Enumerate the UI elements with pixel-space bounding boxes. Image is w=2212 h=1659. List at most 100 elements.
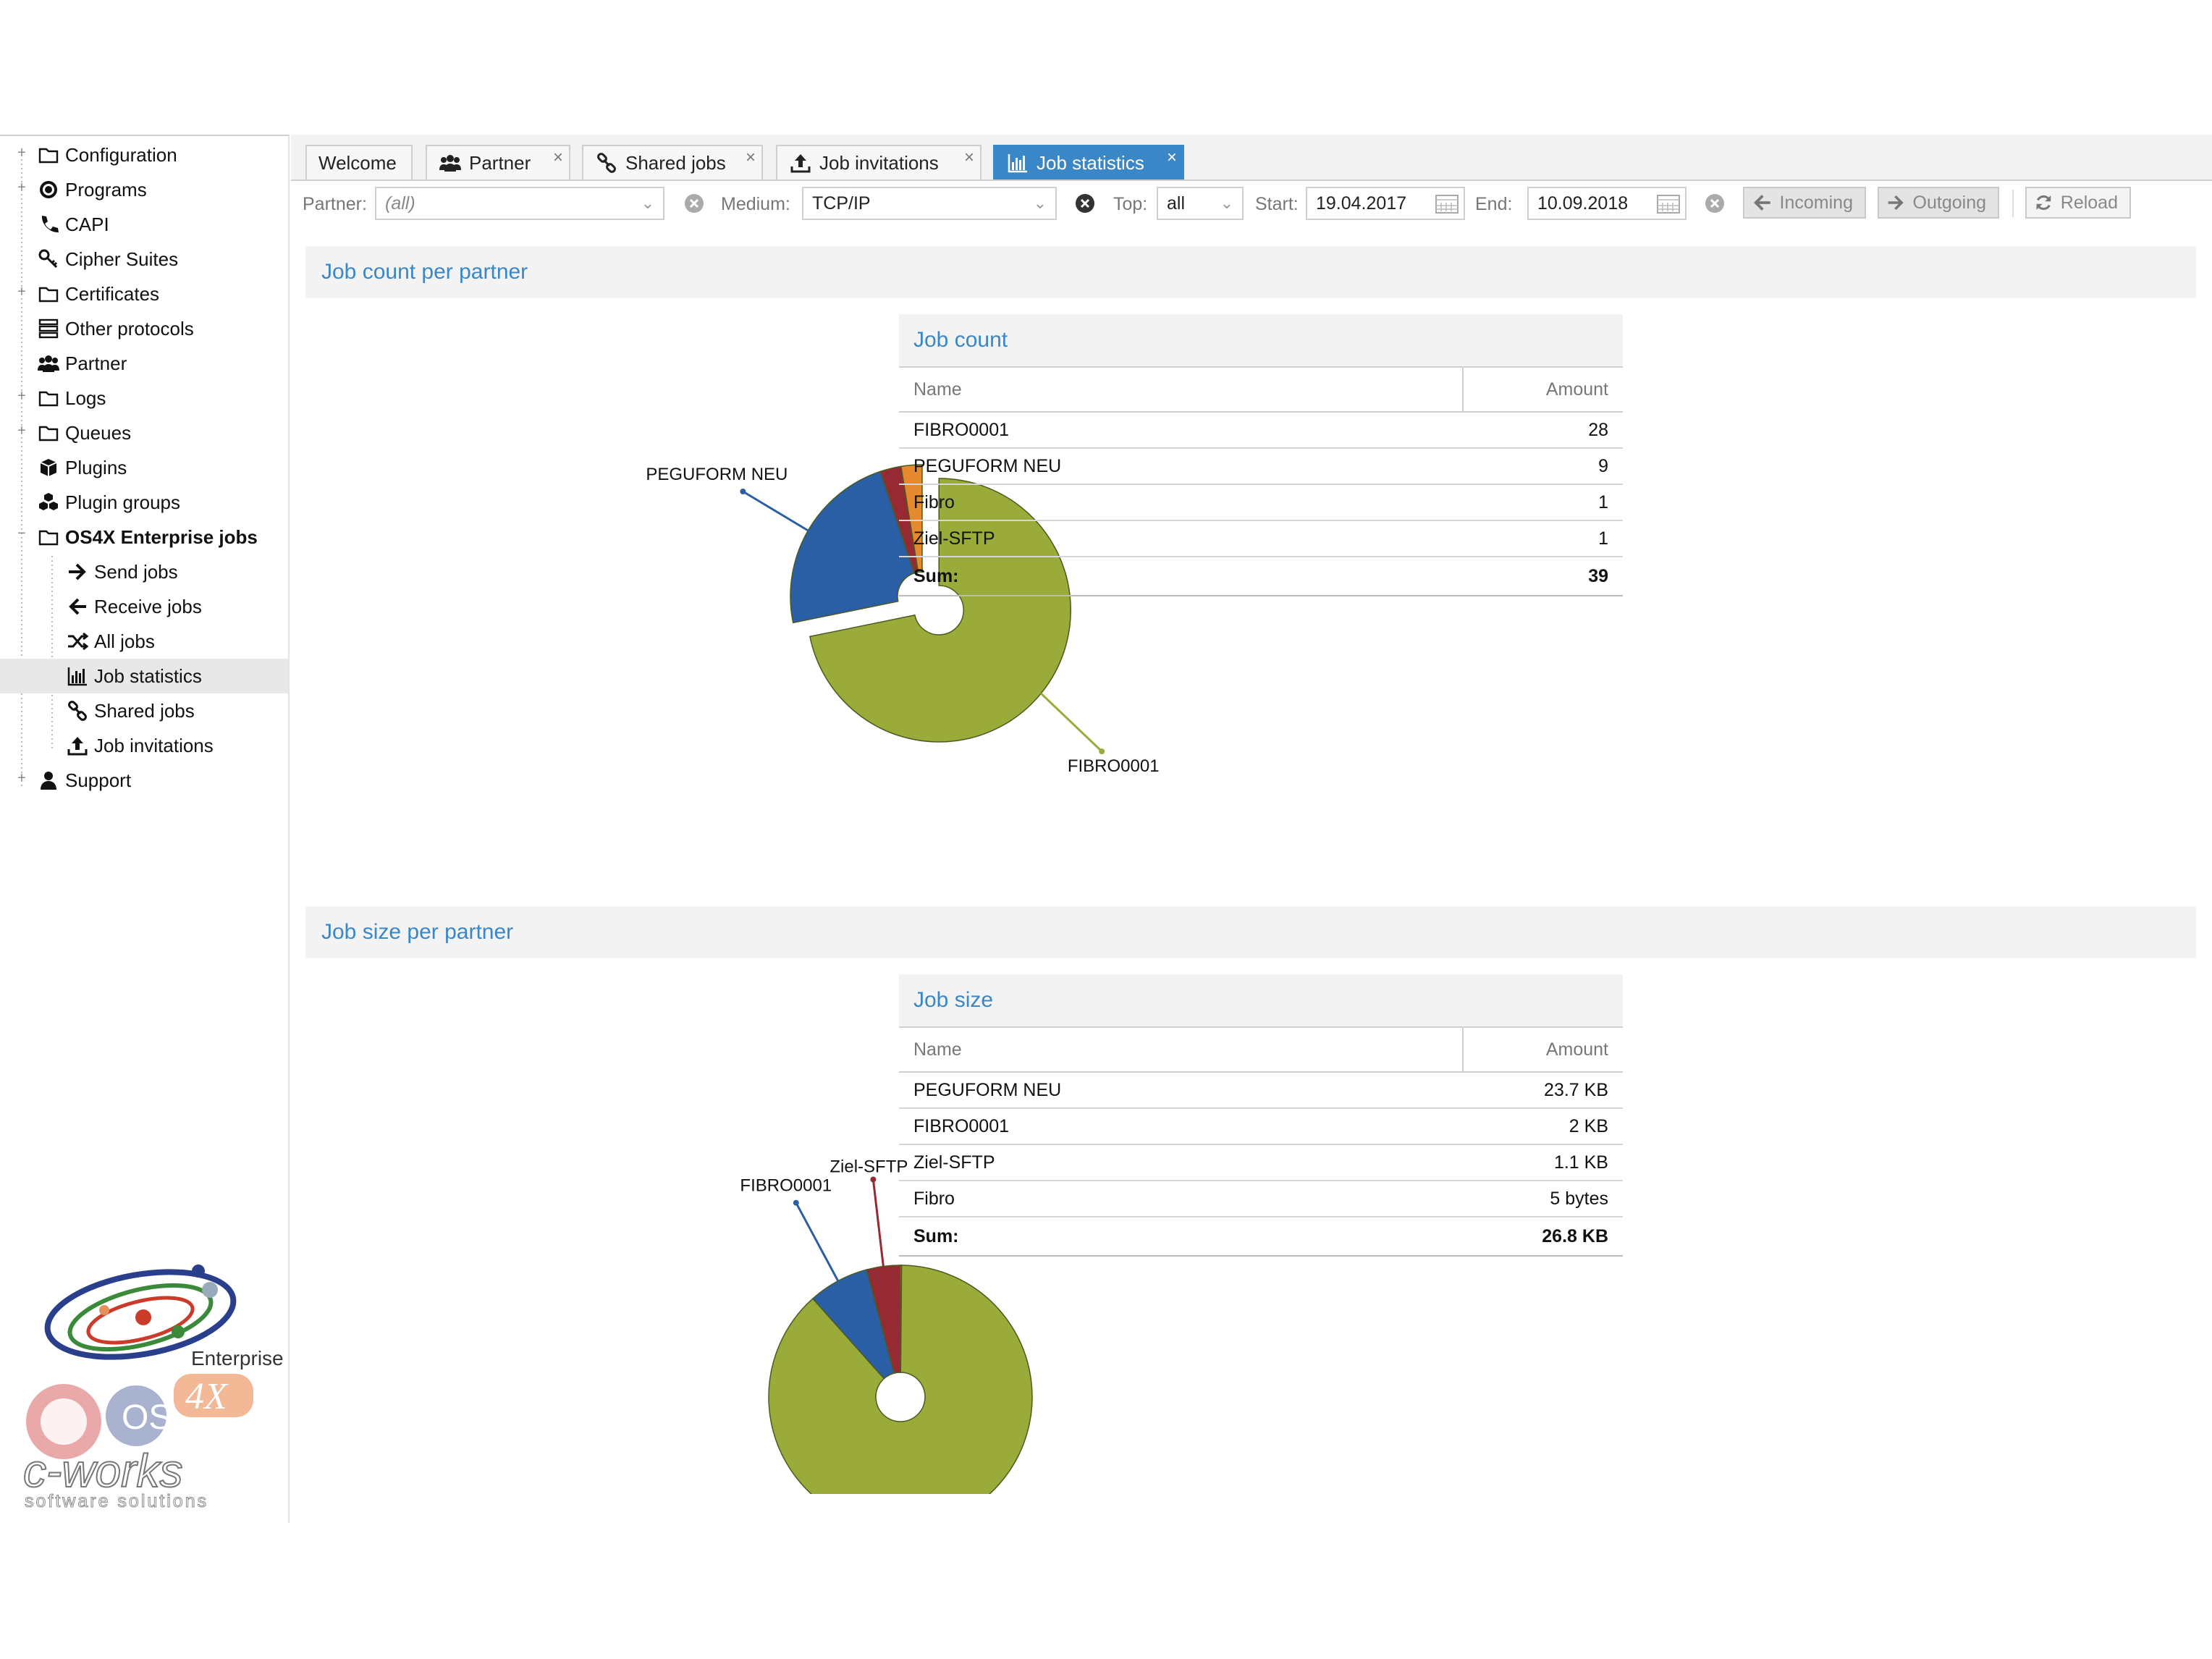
logo-4x-text: 4X [185,1376,229,1417]
logo-tagline-text: software solutions [25,1491,208,1511]
users-icon [36,351,61,376]
cube-icon [36,455,61,480]
table-row[interactable]: Ziel-SFTP 1 [899,521,1623,557]
expand-icon[interactable]: + [16,770,28,787]
close-tab-icon[interactable]: × [553,148,563,168]
row-name: Ziel-SFTP [913,528,995,549]
sidebar-item-job-invitations[interactable]: Job invitations [0,728,288,763]
sidebar-item-label: Cipher Suites [65,248,179,270]
folder-icon [36,386,61,410]
job-size-section-header: Job size per partner [305,906,2196,958]
chevron-down-icon: ⌄ [1220,194,1233,212]
table-sum-row: Sum: 39 [899,557,1623,596]
sidebar-item-certificates[interactable]: + Certificates [0,276,288,311]
table-row[interactable]: Ziel-SFTP 1.1 KB [899,1145,1623,1181]
table-row[interactable]: PEGUFORM NEU 23.7 KB [899,1073,1623,1109]
sidebar-item-job-statistics[interactable]: Job statistics [0,659,288,693]
clear-partner-icon[interactable] [683,193,705,214]
table-row[interactable]: Fibro 1 [899,485,1623,521]
tab-welcome[interactable]: Welcome [305,145,413,180]
sidebar-item-label: Queues [65,421,132,444]
sidebar-item-support[interactable]: + Support [0,763,288,798]
outgoing-button[interactable]: Outgoing [1878,187,1999,219]
expand-icon[interactable]: + [16,388,28,405]
partner-select[interactable]: (all) ⌄ [375,187,664,220]
end-date-input[interactable]: 10.09.2018 [1527,187,1687,220]
sidebar-item-shared-jobs[interactable]: Shared jobs [0,693,288,728]
row-name: PEGUFORM NEU [913,1079,1062,1100]
tab-job-invitations[interactable]: Job invitations × [776,145,982,180]
expand-icon[interactable]: + [16,423,28,439]
expand-icon[interactable]: + [16,145,28,161]
sidebar-item-plugins[interactable]: Plugins [0,450,288,485]
column-header-amount[interactable]: Amount [1464,368,1623,411]
reload-button[interactable]: Reload [2025,187,2131,219]
calendar-icon[interactable] [1656,193,1681,214]
end-date-value: 10.09.2018 [1537,193,1629,214]
sidebar-item-label: Configuration [65,143,177,166]
pie-label-fibro0001: FIBRO0001 [1068,756,1160,776]
calendar-icon[interactable] [1435,193,1459,214]
sidebar-item-capi[interactable]: CAPI [0,207,288,242]
table-row[interactable]: FIBRO0001 28 [899,413,1623,449]
row-amount: 1.1 KB [1553,1152,1608,1173]
tab-shared-jobs[interactable]: Shared jobs × [582,145,763,180]
user-icon [36,768,61,793]
expand-icon[interactable]: + [16,180,28,196]
bar-chart-icon [65,664,90,688]
phone-icon [36,212,61,237]
sidebar-item-cipher-suites[interactable]: Cipher Suites [0,242,288,276]
outgoing-label: Outgoing [1912,192,1986,213]
end-label: End: [1475,194,1513,214]
top-select-value: all [1167,193,1186,214]
table-row[interactable]: Fibro 5 bytes [899,1181,1623,1217]
close-tab-icon[interactable]: × [746,148,756,168]
table-row[interactable]: FIBRO0001 2 KB [899,1109,1623,1145]
sidebar-item-configuration[interactable]: + Configuration [0,138,288,172]
column-header-name[interactable]: Name [899,368,1464,411]
sum-value: 39 [1588,565,1608,586]
close-tab-icon[interactable]: × [1167,148,1177,168]
sidebar-item-other-protocols[interactable]: Other protocols [0,311,288,346]
tab-partner[interactable]: Partner × [426,145,570,180]
tab-label: Job statistics [1037,151,1144,174]
table-row[interactable]: PEGUFORM NEU 9 [899,449,1623,485]
close-tab-icon[interactable]: × [964,148,974,168]
clear-medium-icon[interactable] [1074,193,1096,214]
sidebar-item-send-jobs[interactable]: Send jobs [0,554,288,589]
sidebar-item-logs[interactable]: + Logs [0,381,288,415]
row-name: PEGUFORM NEU [913,455,1062,476]
users-icon [439,151,462,174]
sidebar-item-label: Send jobs [94,560,178,583]
column-header-name[interactable]: Name [899,1028,1464,1071]
clear-dates-icon[interactable] [1704,193,1726,214]
incoming-button[interactable]: Incoming [1743,187,1866,219]
pie-label-ziel-sftp: Ziel-SFTP [830,1157,908,1177]
sidebar-item-receive-jobs[interactable]: Receive jobs [0,589,288,624]
record-icon [36,177,61,202]
chevron-down-icon: ⌄ [641,194,654,212]
sidebar-item-partner[interactable]: Partner [0,346,288,381]
partner-label: Partner: [303,194,367,214]
column-header-amount[interactable]: Amount [1464,1028,1623,1071]
row-amount: 23.7 KB [1544,1079,1608,1100]
expand-icon[interactable]: + [16,284,28,300]
pie-leader-dot [740,489,746,494]
sidebar-item-all-jobs[interactable]: All jobs [0,624,288,659]
collapse-icon[interactable]: − [16,525,28,542]
tab-label: Partner [469,151,531,174]
arrow-right-icon [65,560,90,584]
tab-job-statistics[interactable]: Job statistics × [993,145,1184,180]
navigation-sidebar: + Configuration + Programs CAPI Cipher S… [0,135,290,1523]
medium-label: Medium: [721,194,790,214]
reload-label: Reload [2060,192,2118,213]
sidebar-item-plugin-groups[interactable]: Plugin groups [0,485,288,520]
sidebar-item-queues[interactable]: + Queues [0,415,288,450]
sidebar-item-os4x-enterprise-jobs[interactable]: − OS4X Enterprise jobs [0,520,288,554]
sidebar-item-programs[interactable]: + Programs [0,172,288,207]
start-date-input[interactable]: 19.04.2017 [1306,187,1465,220]
top-select[interactable]: all ⌄ [1157,187,1244,220]
row-amount: 5 bytes [1550,1188,1608,1209]
key-icon [36,247,61,271]
medium-select[interactable]: TCP/IP ⌄ [802,187,1057,220]
